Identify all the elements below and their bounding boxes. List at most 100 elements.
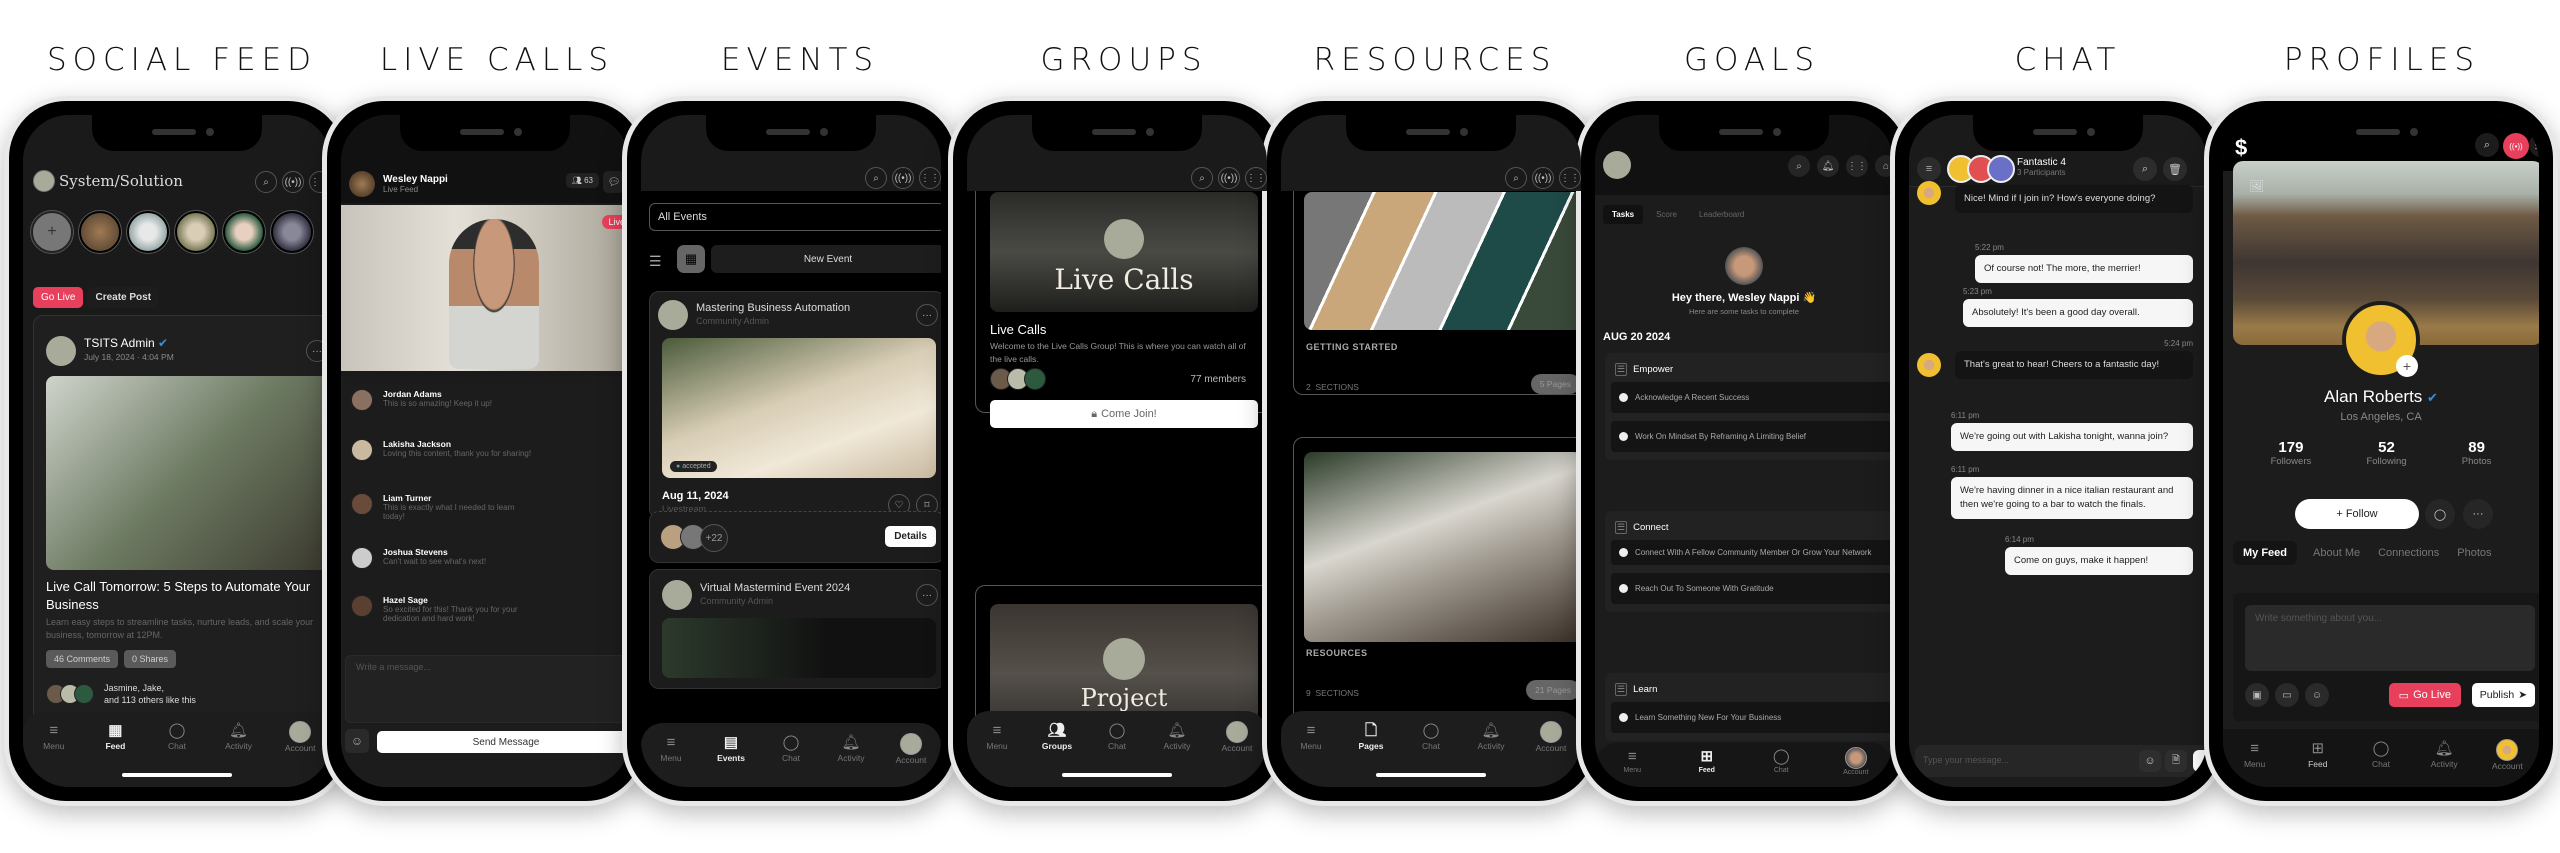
nav-menu[interactable]: ≡ Menu [1607,747,1657,787]
tab-my-feed[interactable]: My Feed [2233,541,2298,565]
send-message-button[interactable]: Send Message [377,731,629,753]
task-checkbox[interactable] [1619,713,1628,722]
goal-task[interactable]: Reach Out To Someone With Gratitude [1611,573,1893,604]
search-icon[interactable]: ⌕ [865,167,887,189]
broadcast-icon[interactable]: ((•)) [282,171,304,193]
composer-input[interactable]: Write something about you... [2245,605,2535,671]
search-icon[interactable]: ⌕ [2475,133,2499,157]
nav-feed[interactable]: ⊞ Feed [1682,747,1732,787]
message-icon[interactable]: ◯ [2425,499,2455,529]
search-icon[interactable]: ⌕ [1788,155,1810,177]
resource-card[interactable]: GETTING STARTED 2 SECTIONS 5 Pages [1293,155,1581,395]
more-options-icon[interactable]: ··· [916,584,938,606]
nav-account[interactable]: Account [1212,721,1262,787]
nav-activity[interactable]: 🔔︎ Activity [1466,721,1516,787]
add-story-button[interactable]: + [30,210,74,254]
tab-score[interactable]: Score [1647,205,1686,224]
menu-icon[interactable]: ≡ [1917,157,1941,181]
grid-view-icon[interactable]: ▦ [677,245,705,273]
goal-task[interactable]: Work On Mindset By Reframing A Limiting … [1611,421,1893,452]
more-options-icon[interactable]: ··· [916,304,938,326]
stat-following[interactable]: 52 Following [2366,439,2406,467]
profile-go-live-button[interactable]: ▭ Go Live [2388,683,2461,707]
tab-tasks[interactable]: Tasks [1603,205,1644,224]
shares-button[interactable]: 0 Shares [124,650,177,668]
nav-feed[interactable]: ▦ Feed [90,721,140,787]
nav-activity[interactable]: 🔔︎ Activity [1152,721,1202,787]
stat-followers[interactable]: 179 Followers [2271,439,2312,467]
resource-card[interactable]: RESOURCES 9 SECTIONS 21 Pages [1293,437,1581,747]
tab-leaderboard[interactable]: Leaderboard [1690,205,1753,224]
tab-connections[interactable]: Connections [2376,541,2441,565]
story-avatar[interactable] [222,210,266,254]
story-avatar[interactable] [270,210,314,254]
nav-chat[interactable]: ◯ Chat [152,721,202,787]
nav-activity[interactable]: 🔔︎ Activity [826,733,876,787]
go-live-button[interactable]: Go Live [33,287,84,308]
nav-pages[interactable]: 🗋︎ Pages [1346,721,1396,787]
nav-menu[interactable]: ≡ Menu [29,721,79,787]
nav-chat[interactable]: ◯ Chat [766,733,816,787]
search-icon[interactable]: ⌕ [2133,157,2157,181]
task-checkbox[interactable] [1619,393,1628,402]
stat-photos[interactable]: 89 Photos [2462,439,2492,467]
nav-activity[interactable]: 🔔︎ Activity [2419,739,2469,787]
nav-activity[interactable]: 🔔︎ Activity [214,721,264,787]
live-video[interactable]: Live [341,205,629,371]
task-checkbox[interactable] [1619,432,1628,441]
nav-menu[interactable]: ≡ Menu [646,733,696,787]
add-photo-icon[interactable]: + [2396,355,2418,377]
emoji-icon[interactable]: ☺ [2305,683,2329,707]
change-cover-icon[interactable]: 🖼︎ [2249,179,2264,193]
tab-about-me[interactable]: About Me [2311,541,2362,565]
broadcast-icon[interactable]: ((•)) [1532,167,1554,189]
create-post-button[interactable]: Create Post [87,287,160,308]
broadcast-icon[interactable]: ((•)) [892,167,914,189]
grid-menu-icon[interactable]: ⋮⋮ [1559,167,1581,189]
broadcast-icon[interactable]: ((•)) [1218,167,1240,189]
search-icon[interactable]: ⌕ [1191,167,1213,189]
bell-icon[interactable]: 🔔︎ [1817,155,1839,177]
grid-menu-icon[interactable]: ⋮⋮ [1846,155,1868,177]
event-filter-select[interactable]: All Events [649,203,941,231]
image-upload-icon[interactable]: ▣ [2245,683,2269,707]
nav-chat[interactable]: ◯ Chat [1406,721,1456,787]
message-input[interactable]: Write a message... [345,655,629,723]
search-icon[interactable]: ⌕ [1505,167,1527,189]
story-avatar[interactable] [78,210,122,254]
publish-button[interactable]: Publish ➤ [2471,683,2535,707]
goal-task[interactable]: Connect With A Fellow Community Member O… [1611,540,1893,565]
new-event-button[interactable]: New Event [711,245,941,273]
nav-groups[interactable]: 👥︎ Groups [1032,721,1082,787]
nav-feed[interactable]: ⊞ Feed [2293,739,2343,787]
grid-menu-icon[interactable]: ⋮⋮ [1245,167,1267,189]
goal-task[interactable]: Acknowledge A Recent Success [1611,382,1893,413]
nav-events[interactable]: ▤ Events [706,733,756,787]
nav-account[interactable]: Account [886,733,936,787]
chat-message-input[interactable]: Type your message... [1915,745,2207,777]
emoji-icon[interactable]: ☺ [345,729,369,753]
follow-button[interactable]: + Follow [2295,499,2419,529]
search-icon[interactable]: ⌕ [255,171,277,193]
nav-menu[interactable]: ≡ Menu [1286,721,1336,787]
task-checkbox[interactable] [1619,584,1628,593]
nav-menu[interactable]: ≡ Menu [2230,739,2280,787]
story-avatar[interactable] [126,210,170,254]
broadcast-icon[interactable]: ((•)) [2503,133,2529,159]
trash-icon[interactable]: 🗑︎ [2163,157,2187,181]
nav-chat[interactable]: ◯ Chat [2356,739,2406,787]
nav-chat[interactable]: ◯ Chat [1756,747,1806,787]
tab-photos[interactable]: Photos [2455,541,2493,565]
nav-chat[interactable]: ◯ Chat [1092,721,1142,787]
attachment-icon[interactable]: 🗎︎ [2165,750,2187,772]
goal-task[interactable]: Learn Something New For Your Business [1611,702,1893,733]
nav-account[interactable]: Account [1526,721,1576,787]
story-avatar[interactable] [174,210,218,254]
details-button[interactable]: Details [885,526,936,547]
nav-account[interactable]: Account [275,721,325,787]
task-checkbox[interactable] [1619,548,1628,557]
join-group-button[interactable]: 🔒︎ Come Join! [990,400,1258,428]
comments-button[interactable]: 46 Comments [46,650,119,668]
video-icon[interactable]: ▭ [2275,683,2299,707]
more-options-icon[interactable]: ··· [2463,499,2493,529]
